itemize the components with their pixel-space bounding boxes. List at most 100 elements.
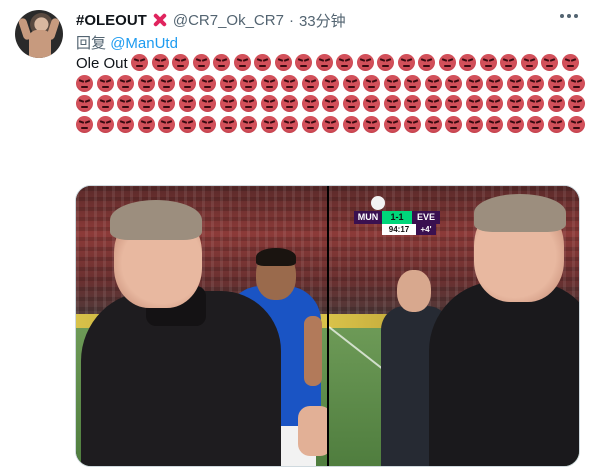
angry-face-icon bbox=[192, 54, 210, 71]
angry-face-icon bbox=[199, 115, 216, 133]
angry-face-icon bbox=[383, 115, 401, 133]
angry-face-icon bbox=[568, 95, 585, 112]
angry-face-icon bbox=[356, 54, 374, 71]
manager-hair bbox=[110, 200, 202, 240]
angry-face-icon bbox=[527, 95, 544, 112]
angry-face-icon bbox=[274, 54, 292, 71]
coach-head bbox=[397, 270, 431, 312]
player-arm bbox=[304, 316, 322, 386]
angry-face-icon bbox=[301, 95, 319, 112]
away-team: EVE bbox=[412, 211, 440, 224]
more-options-icon[interactable] bbox=[560, 14, 578, 18]
angry-face-icon bbox=[404, 115, 421, 133]
angry-face-icon bbox=[465, 115, 483, 133]
score: 1-1 bbox=[382, 211, 412, 224]
angry-face-icon bbox=[363, 74, 380, 92]
angry-face-icon bbox=[199, 74, 216, 92]
tweet-header: #OLEOUT @CR7_Ok_CR7 · 33分钟 bbox=[76, 10, 346, 30]
angry-face-icon bbox=[295, 54, 312, 71]
angry-face-icon bbox=[281, 115, 298, 133]
angry-face-icon bbox=[465, 74, 483, 92]
angry-face-icon bbox=[301, 74, 319, 92]
angry-face-icon bbox=[117, 95, 134, 112]
angry-face-icon bbox=[281, 95, 298, 112]
angry-face-icon bbox=[260, 74, 278, 92]
angry-face-icon bbox=[547, 74, 565, 92]
angry-face-icon bbox=[322, 74, 339, 92]
angry-face-icon bbox=[178, 74, 196, 92]
angry-face-icon bbox=[363, 95, 380, 112]
angry-face-icon bbox=[445, 95, 462, 112]
angry-face-icon bbox=[342, 95, 360, 112]
display-name[interactable]: #OLEOUT bbox=[76, 12, 147, 29]
angry-face-icon bbox=[131, 54, 148, 71]
angry-face-icon bbox=[500, 54, 517, 71]
angry-face-icon bbox=[233, 54, 251, 71]
angry-face-icon bbox=[342, 115, 360, 133]
angry-face-icon bbox=[424, 115, 442, 133]
scoreboard: MUN 1-1 EVE 94:17 +4' bbox=[354, 211, 440, 235]
angry-face-icon bbox=[486, 95, 503, 112]
angry-face-icon bbox=[281, 74, 298, 92]
avatar[interactable] bbox=[15, 10, 63, 58]
angry-face-icon bbox=[96, 115, 114, 133]
media-image-1[interactable] bbox=[76, 186, 327, 466]
angry-face-icon bbox=[199, 95, 216, 112]
angry-face-icon bbox=[506, 95, 524, 112]
angry-face-icon bbox=[527, 115, 544, 133]
angry-face-icon bbox=[240, 95, 257, 112]
angry-face-icon bbox=[527, 74, 544, 92]
angry-face-icon bbox=[377, 54, 394, 71]
angry-face-icon bbox=[260, 95, 278, 112]
angry-face-icon bbox=[424, 74, 442, 92]
angry-face-icon bbox=[568, 74, 585, 92]
angry-face-icon bbox=[254, 54, 271, 71]
angry-face-icon bbox=[219, 115, 237, 133]
added-time: +4' bbox=[416, 224, 436, 235]
player-hair bbox=[256, 248, 296, 266]
match-clock: 94:17 bbox=[382, 224, 416, 235]
angry-face-icon bbox=[445, 74, 462, 92]
angry-face-icon bbox=[547, 115, 565, 133]
angry-face-icon bbox=[137, 115, 155, 133]
tweet-text-body: Ole Out bbox=[76, 55, 128, 72]
angry-face-icon bbox=[506, 115, 524, 133]
angry-face-icon bbox=[424, 95, 442, 112]
angry-face-icon bbox=[117, 115, 134, 133]
angry-face-icon bbox=[479, 54, 497, 71]
angry-face-icon bbox=[158, 115, 175, 133]
angry-face-icon bbox=[137, 74, 155, 92]
angry-face-icon bbox=[260, 115, 278, 133]
angry-face-icon bbox=[404, 74, 421, 92]
separator: · bbox=[288, 11, 294, 29]
timestamp[interactable]: 33分钟 bbox=[299, 10, 346, 31]
angry-face-icon bbox=[322, 95, 339, 112]
reply-mention-link[interactable]: @ManUtd bbox=[110, 35, 178, 52]
angry-face-icon bbox=[342, 74, 360, 92]
angry-face-icon bbox=[76, 95, 93, 112]
angry-face-icon bbox=[520, 54, 538, 71]
media-image-2[interactable]: MUN 1-1 EVE 94:17 +4' bbox=[329, 186, 579, 466]
angry-face-icon bbox=[158, 95, 175, 112]
angry-face-icon bbox=[404, 95, 421, 112]
angry-face-icon bbox=[418, 54, 435, 71]
angry-face-icon bbox=[172, 54, 189, 71]
angry-face-icon bbox=[397, 54, 415, 71]
user-handle[interactable]: @CR7_Ok_CR7 bbox=[173, 12, 284, 29]
angry-face-icon bbox=[561, 54, 579, 71]
angry-face-icon bbox=[137, 95, 155, 112]
angry-face-icon bbox=[240, 74, 257, 92]
angry-face-icon bbox=[96, 95, 114, 112]
angry-face-icon bbox=[541, 54, 558, 71]
cross-mark-icon bbox=[152, 12, 168, 28]
angry-face-icon bbox=[336, 54, 353, 71]
manager-hand bbox=[298, 406, 327, 456]
reply-prefix: 回复 bbox=[76, 35, 107, 52]
angry-face-icon bbox=[76, 115, 93, 133]
angry-face-icon bbox=[219, 95, 237, 112]
angry-face-icon bbox=[486, 74, 503, 92]
angry-face-icon bbox=[438, 54, 456, 71]
angry-face-icon bbox=[547, 95, 565, 112]
angry-face-icon bbox=[117, 74, 134, 92]
avatar-figure bbox=[29, 30, 51, 58]
